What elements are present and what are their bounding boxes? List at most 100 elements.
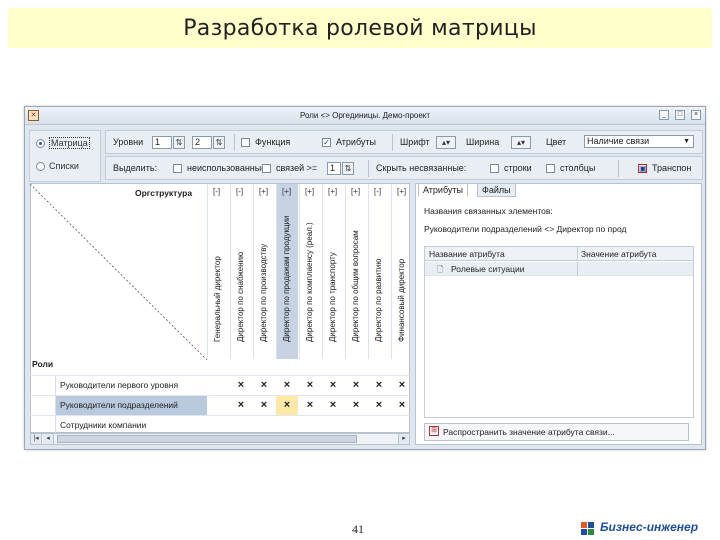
attributes-checkbox[interactable]: ✓ [322,138,331,147]
levels-label: Уровни [113,137,144,147]
mode-matrix-radio[interactable]: Матрица [36,137,90,149]
matrix-cell[interactable]: × [253,376,275,395]
matrix-cell[interactable]: × [322,376,344,395]
divider [618,160,619,177]
matrix-cell[interactable]: × [230,376,252,395]
width-stepper[interactable]: ▴▾ [511,136,531,149]
levels-from-input[interactable]: 1 [152,136,172,149]
app-window: ✕ Роли <> Оргединицы. Демо-проект _ □ × … [24,106,706,450]
window-controls: _ □ × [659,110,701,120]
window-title: Роли <> Оргединицы. Демо-проект [299,111,431,120]
matrix-cell[interactable]: × [276,396,298,415]
matrix-cell[interactable]: × [299,376,321,395]
expander-toggle[interactable]: [+] [259,187,268,196]
matrix-column-header[interactable]: [-] Директор по снабжению [230,184,252,359]
tab-files[interactable]: Файлы [477,183,516,197]
column-label: Директор по снабжению [236,251,245,342]
table-row[interactable]: Сотрудники компании [30,415,410,435]
scroll-right-icon[interactable]: ▸ [398,434,409,444]
attr-col-value[interactable]: Значение атрибута [581,249,656,259]
matrix-cell[interactable]: × [230,396,252,415]
links-count-input[interactable]: 1 [327,162,341,175]
expander-toggle[interactable]: [+] [328,187,337,196]
document-icon: 🗋 [437,265,444,274]
expander-toggle[interactable]: [+] [282,187,291,196]
slide-title: Разработка ролевой матрицы [8,8,712,48]
scroll-left-icon[interactable]: ◂ [43,434,54,444]
matrix-column-header[interactable]: [+] Финансовый директор [391,184,413,359]
matrix-cell[interactable]: × [391,376,413,395]
divider [577,247,578,261]
unused-checkbox[interactable] [173,164,182,173]
attr-col-name[interactable]: Название атрибута [429,249,505,259]
matrix-cell[interactable]: × [322,396,344,415]
expander-toggle[interactable]: [-] [374,187,381,196]
attributes-panel: Атрибуты Файлы Названия связанных элемен… [415,183,702,445]
close-button[interactable]: × [691,110,701,120]
mode-lists-radio[interactable]: Списки [36,161,79,171]
table-row[interactable]: Руководители подразделений × × × × × × × × [30,395,413,415]
brand-name: Бизнес-инженер [600,520,699,534]
matrix-column-header[interactable]: [-] Директор по развитию [368,184,390,359]
linked-elements-label: Названия связанных элементов: [424,206,553,216]
maximize-button[interactable]: □ [675,110,685,120]
table-row[interactable]: 🗋 Ролевые ситуации [425,262,693,276]
function-label: Функция [255,137,291,147]
width-label: Ширина [466,137,500,147]
matrix-cell[interactable]: × [253,396,275,415]
expander-toggle[interactable]: [-] [213,187,220,196]
expander-toggle[interactable]: [+] [397,187,406,196]
column-label: Директор по транспорту [328,252,337,342]
matrix-cell[interactable]: × [276,376,298,395]
highlight-label: Выделить: [113,163,158,173]
matrix-column-header[interactable]: [+] Директор по транспорту [322,184,344,359]
matrix-column-header[interactable]: [+] Директор по производству [253,184,275,359]
mode-matrix-label: Матрица [49,137,90,149]
matrix-cell[interactable] [207,376,229,395]
column-label: Директор по производству [259,243,268,342]
scroll-thumb[interactable] [57,435,357,443]
matrix-column-header[interactable]: [-] Генеральный директор [207,184,229,359]
hide-cols-checkbox[interactable] [546,164,555,173]
color-select-value: Наличие связи [587,136,650,146]
toolbar-row-2: Выделить: неиспользованные связей >= 1 ⇅… [105,156,703,180]
expander-toggle[interactable]: [+] [305,187,314,196]
matrix-cell[interactable]: × [391,396,413,415]
matrix-cell[interactable]: × [345,396,367,415]
links-count-stepper[interactable]: ⇅ [342,162,354,175]
levels-from-stepper[interactable]: ⇅ [173,136,185,149]
table-row[interactable]: Руководители первого уровня × × × × × × × × [30,375,413,395]
color-label: Цвет [546,137,567,147]
matrix-column-header[interactable]: [+] Директор по продажам продукции [276,184,298,359]
grid-icon: ⊞ [429,426,439,436]
matrix-cell[interactable]: × [345,376,367,395]
function-checkbox[interactable] [241,138,250,147]
divider [368,160,369,177]
links-checkbox[interactable] [262,164,271,173]
font-stepper[interactable]: ▴▾ [436,136,456,149]
levels-to-input[interactable]: 2 [192,136,212,149]
matrix-column-header[interactable]: [+] Директор по комплаенсу (реал.) [299,184,321,359]
matrix-corner-diagonal [30,184,207,360]
levels-to-stepper[interactable]: ⇅ [213,136,225,149]
transpose-checkbox[interactable]: ▣ [638,164,647,173]
matrix-cell[interactable]: × [368,396,390,415]
color-select[interactable]: Наличие связи ▼ [584,135,694,148]
matrix-cell[interactable] [207,396,229,415]
attributes-table-header: Название атрибута Значение атрибута [425,247,693,261]
minimize-button[interactable]: _ [659,110,669,120]
column-label: Финансовый директор [397,258,406,342]
links-label: связей >= [276,163,318,173]
matrix-cell[interactable]: × [368,376,390,395]
matrix-horizontal-scrollbar[interactable]: |◂ ◂ ▸ [30,433,410,445]
expander-toggle[interactable]: [+] [351,187,360,196]
divider [577,262,578,276]
hide-rows-checkbox[interactable] [490,164,499,173]
hide-rows-label: строки [504,163,532,173]
expander-toggle[interactable]: [-] [236,187,243,196]
matrix-column-header[interactable]: [+] Директор по общим вопросам [345,184,367,359]
scroll-first-icon[interactable]: |◂ [31,434,42,444]
tab-attributes[interactable]: Атрибуты [418,183,469,197]
spread-attribute-button[interactable]: ⊞ Распространить значение атрибута связи… [424,423,689,441]
matrix-cell[interactable]: × [299,396,321,415]
